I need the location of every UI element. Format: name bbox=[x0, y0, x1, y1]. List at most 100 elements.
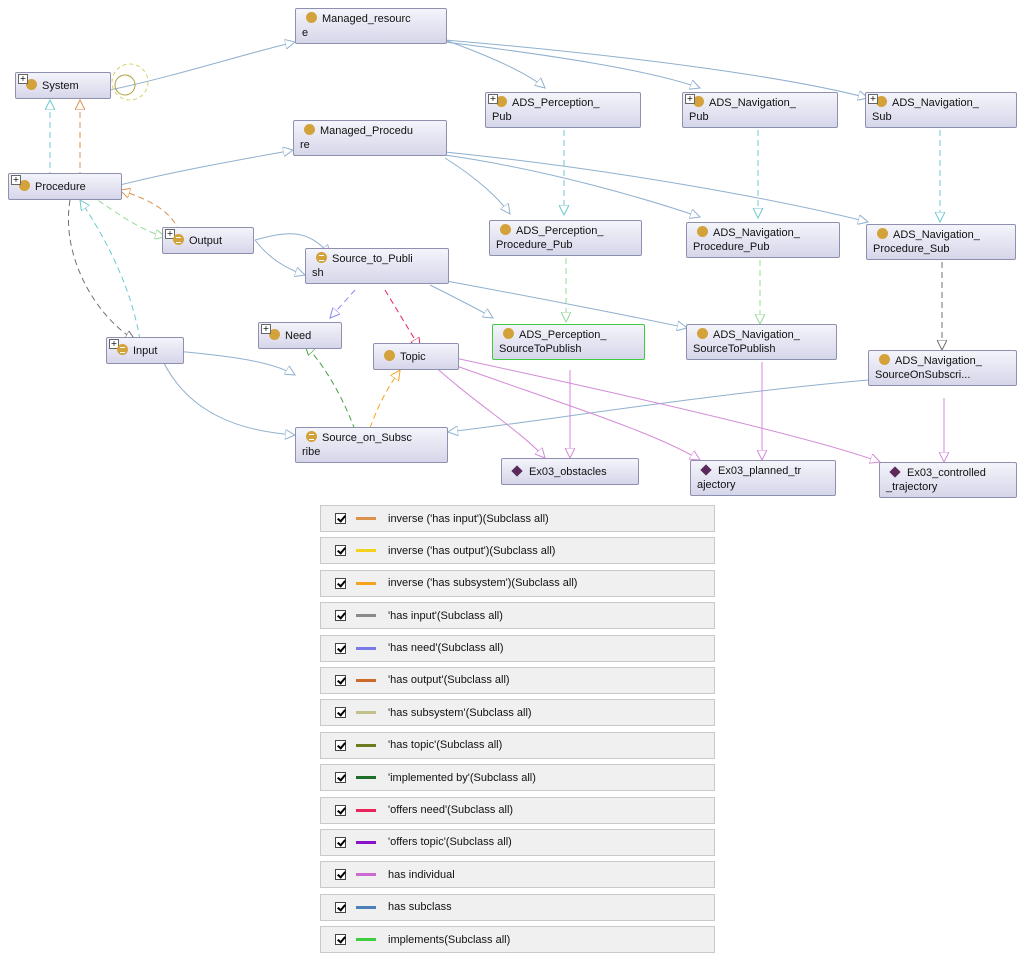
equivalent-class-icon bbox=[306, 431, 317, 442]
node-label: ADS_Navigation_ Sub bbox=[872, 97, 979, 123]
node-label: ADS_Perception_ Pub bbox=[492, 97, 600, 123]
checked-checkbox-icon[interactable] bbox=[335, 934, 346, 946]
checked-checkbox-icon[interactable] bbox=[335, 836, 346, 848]
expand-icon[interactable]: + bbox=[11, 175, 21, 185]
node-output[interactable]: + Output bbox=[162, 227, 254, 254]
legend-row[interactable]: 'has subsystem'(Subclass all) bbox=[320, 699, 715, 727]
node-managed-resource[interactable]: Managed_resourc e bbox=[295, 8, 447, 44]
node-ads-navigation-sub[interactable]: + ADS_Navigation_ Sub bbox=[865, 92, 1017, 128]
node-label: System bbox=[42, 80, 79, 92]
node-ads-navigation-pub[interactable]: + ADS_Navigation_ Pub bbox=[682, 92, 838, 128]
node-ads-navigation-sourcetopublish[interactable]: ADS_Navigation_ SourceToPublish bbox=[686, 324, 837, 360]
class-circle-icon bbox=[503, 328, 514, 339]
legend-row[interactable]: 'offers need'(Subclass all) bbox=[320, 796, 715, 824]
edge-individual bbox=[454, 357, 880, 462]
class-circle-icon bbox=[304, 124, 315, 135]
legend-color-swatch bbox=[356, 614, 376, 618]
node-procedure[interactable]: + Procedure bbox=[8, 173, 122, 200]
edge-inverse-output bbox=[120, 190, 181, 233]
individual-diamond-icon bbox=[889, 466, 901, 478]
checked-checkbox-icon[interactable] bbox=[335, 901, 346, 913]
node-system[interactable]: + System bbox=[15, 72, 111, 99]
legend-color-swatch bbox=[356, 776, 376, 780]
checked-checkbox-icon[interactable] bbox=[335, 804, 346, 816]
checked-checkbox-icon[interactable] bbox=[335, 610, 346, 622]
legend-row[interactable]: 'offers topic'(Subclass all) bbox=[320, 828, 715, 856]
legend-label: has individual bbox=[388, 868, 455, 881]
legend-row[interactable]: 'has need'(Subclass all) bbox=[320, 634, 715, 662]
expand-icon[interactable]: + bbox=[488, 94, 498, 104]
checked-checkbox-icon[interactable] bbox=[335, 772, 346, 784]
legend-row[interactable]: 'implemented by'(Subclass all) bbox=[320, 764, 715, 792]
node-ads-navigation-procedure-sub[interactable]: ADS_Navigation_ Procedure_Sub bbox=[866, 224, 1016, 260]
edge-subclass bbox=[164, 349, 295, 375]
checked-checkbox-icon[interactable] bbox=[335, 739, 346, 751]
node-ads-navigation-procedure-pub[interactable]: ADS_Navigation_ Procedure_Pub bbox=[686, 222, 840, 258]
legend-label: has subclass bbox=[388, 901, 452, 914]
legend-row[interactable]: 'has output'(Subclass all) bbox=[320, 666, 715, 694]
legend-row[interactable]: has subclass bbox=[320, 893, 715, 921]
individual-diamond-icon bbox=[700, 464, 712, 476]
node-label: ADS_Perception_ Procedure_Pub bbox=[496, 225, 604, 251]
edge-subclass bbox=[448, 379, 869, 432]
node-label: Source_on_Subsc ribe bbox=[302, 432, 412, 458]
expand-icon[interactable]: + bbox=[261, 324, 271, 334]
node-ads-perception-pub[interactable]: + ADS_Perception_ Pub bbox=[485, 92, 641, 128]
node-label: ADS_Navigation_ Procedure_Sub bbox=[873, 229, 980, 255]
legend-row[interactable]: 'has topic'(Subclass all) bbox=[320, 731, 715, 759]
node-label: Source_to_Publi sh bbox=[312, 253, 413, 279]
checked-checkbox-icon[interactable] bbox=[335, 674, 346, 686]
node-managed-procedure[interactable]: Managed_Procedu re bbox=[293, 120, 447, 156]
node-label: Managed_resourc e bbox=[302, 13, 411, 39]
node-label: Managed_Procedu re bbox=[300, 125, 413, 151]
node-label: Topic bbox=[400, 351, 426, 363]
edge-inverse-subsystem bbox=[369, 370, 400, 429]
legend-color-swatch bbox=[356, 743, 376, 747]
checked-checkbox-icon[interactable] bbox=[335, 513, 346, 524]
node-ads-perception-sourcetopublish[interactable]: ADS_Perception_ SourceToPublish bbox=[492, 324, 645, 360]
legend-label: implements(Subclass all) bbox=[388, 933, 511, 946]
node-ex03-planned-trajectory[interactable]: Ex03_planned_tr ajectory bbox=[690, 460, 836, 496]
legend-label: inverse ('has output')(Subclass all) bbox=[388, 544, 556, 557]
checked-checkbox-icon[interactable] bbox=[335, 869, 346, 881]
checked-checkbox-icon[interactable] bbox=[335, 577, 346, 589]
edge-subclass bbox=[159, 354, 295, 435]
legend-label: 'has output'(Subclass all) bbox=[388, 674, 510, 687]
legend-label: 'offers topic'(Subclass all) bbox=[388, 836, 512, 849]
node-input[interactable]: + Input bbox=[106, 337, 184, 364]
node-topic[interactable]: Topic bbox=[373, 343, 459, 370]
node-ads-perception-procedure-pub[interactable]: ADS_Perception_ Procedure_Pub bbox=[489, 220, 642, 256]
legend-row[interactable]: inverse ('has output')(Subclass all) bbox=[320, 537, 715, 565]
node-label: Need bbox=[285, 330, 312, 342]
expand-icon[interactable]: + bbox=[685, 94, 695, 104]
checked-checkbox-icon[interactable] bbox=[335, 642, 346, 654]
node-ex03-obstacles[interactable]: Ex03_obstacles bbox=[501, 458, 639, 485]
checked-checkbox-icon[interactable] bbox=[335, 545, 346, 557]
edge-subclass bbox=[254, 239, 305, 275]
node-ex03-controlled-trajectory[interactable]: Ex03_controlled _trajectory bbox=[879, 462, 1017, 498]
node-source-on-subscribe[interactable]: Source_on_Subsc ribe bbox=[295, 427, 448, 463]
class-circle-icon bbox=[879, 354, 890, 365]
node-ads-navigation-sourceonsubscri[interactable]: ADS_Navigation_ SourceOnSubscri... bbox=[868, 350, 1017, 386]
legend-row[interactable]: implements(Subclass all) bbox=[320, 926, 715, 954]
node-source-to-publish[interactable]: Source_to_Publi sh bbox=[305, 248, 449, 284]
edge-has-input bbox=[68, 199, 135, 340]
legend-row[interactable]: 'has input'(Subclass all) bbox=[320, 602, 715, 630]
node-label: Procedure bbox=[35, 181, 86, 193]
equivalent-class-icon bbox=[316, 252, 327, 263]
legend-label: 'has input'(Subclass all) bbox=[388, 609, 503, 622]
edge-subclass bbox=[429, 284, 493, 318]
legend-row[interactable]: inverse ('has input')(Subclass all) bbox=[320, 505, 715, 532]
node-need[interactable]: + Need bbox=[258, 322, 342, 349]
class-circle-icon bbox=[697, 328, 708, 339]
edge-subclass bbox=[444, 157, 510, 214]
expand-icon[interactable]: + bbox=[868, 94, 878, 104]
legend-color-swatch bbox=[356, 678, 376, 682]
legend-row[interactable]: has individual bbox=[320, 861, 715, 889]
node-label: ADS_Navigation_ SourceOnSubscri... bbox=[875, 355, 982, 381]
legend-color-swatch bbox=[356, 873, 376, 877]
legend-row[interactable]: inverse ('has subsystem')(Subclass all) bbox=[320, 569, 715, 597]
edge-implemented-by bbox=[305, 345, 356, 431]
checked-checkbox-icon[interactable] bbox=[335, 707, 346, 719]
expand-icon[interactable]: + bbox=[18, 74, 28, 84]
